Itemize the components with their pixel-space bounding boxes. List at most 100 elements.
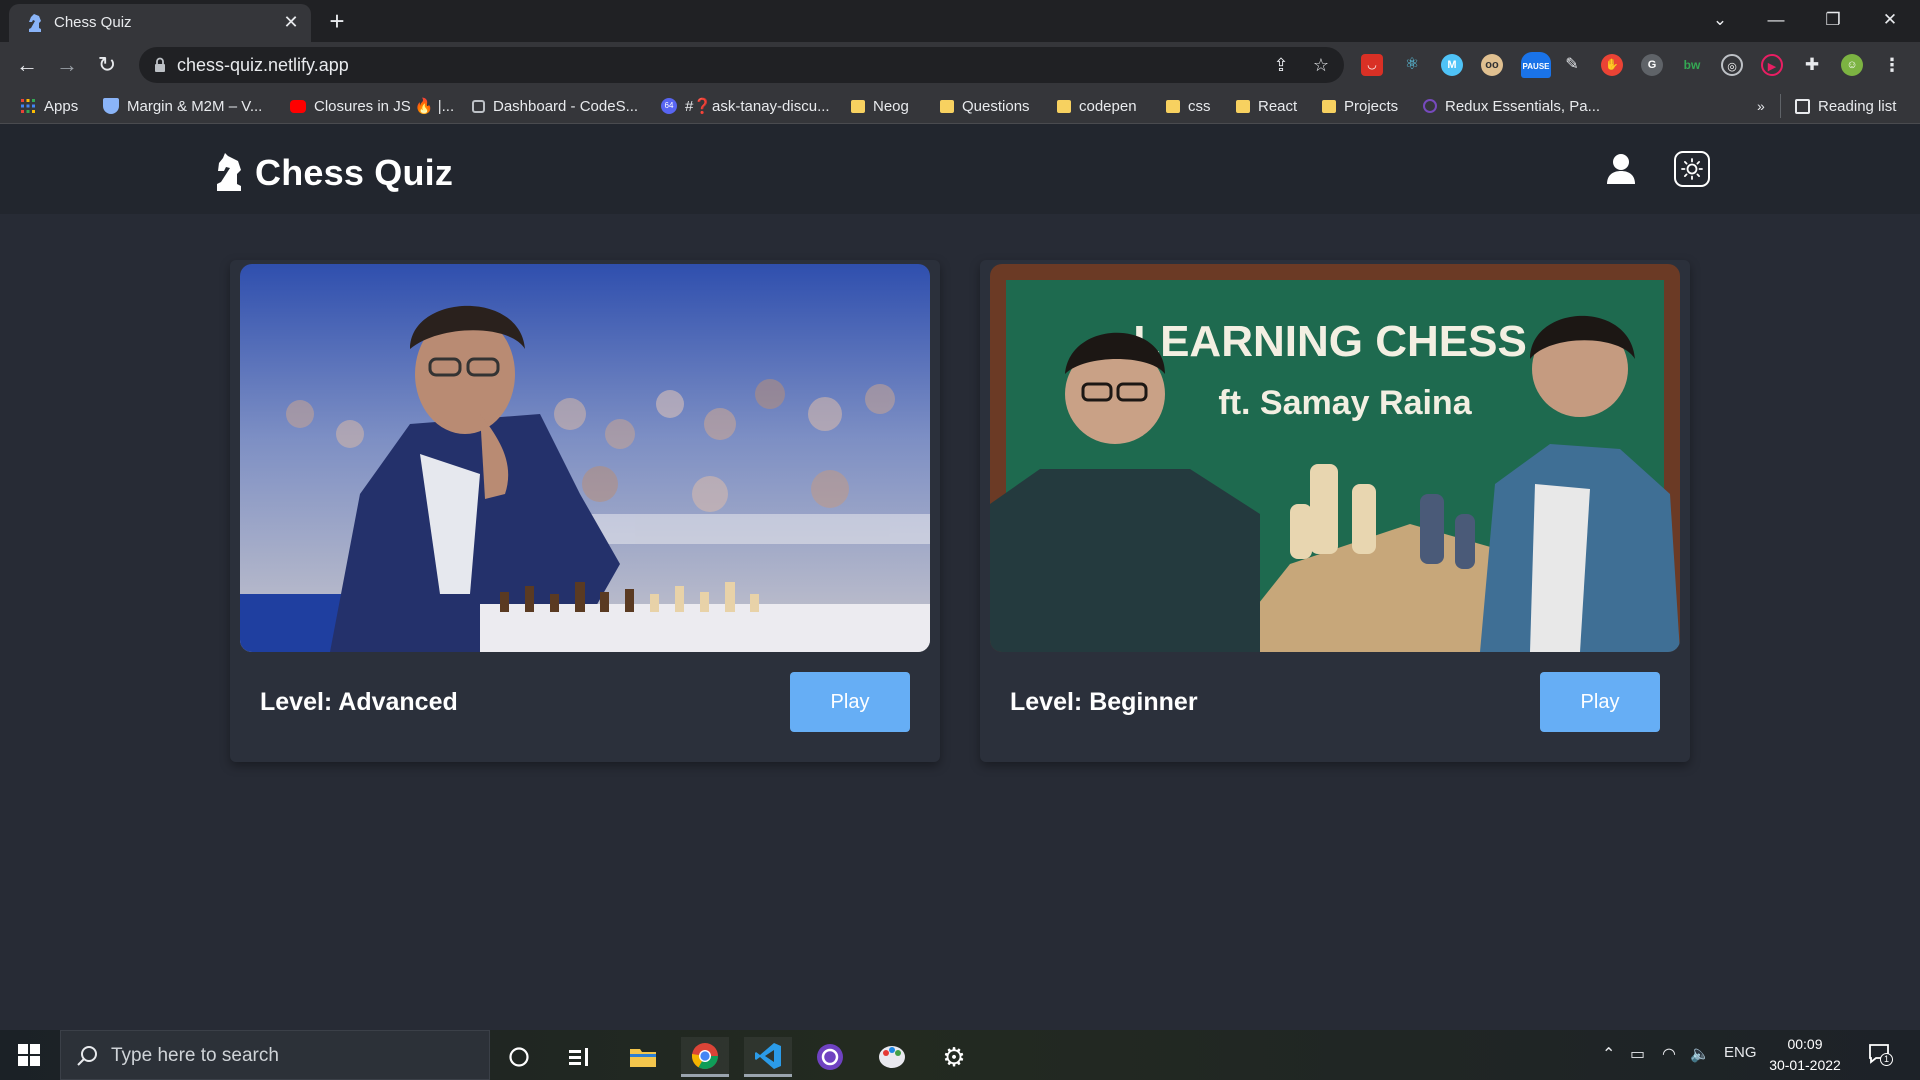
bookmark-star-icon[interactable]: ☆ <box>1310 54 1332 76</box>
redux-icon <box>1423 99 1437 113</box>
language-indicator[interactable]: ENG <box>1724 1044 1757 1061</box>
user-icon[interactable] <box>1606 153 1636 185</box>
bookmark-apps[interactable]: Apps <box>20 96 78 116</box>
quiz-card-advanced: Level: Advanced Play <box>230 260 940 762</box>
bookmark-folder-questions[interactable]: Questions <box>940 96 1030 116</box>
reading-list-button[interactable]: Reading list <box>1795 96 1896 116</box>
play-beginner-button[interactable]: Play <box>1540 672 1660 732</box>
bookmark-folder-neog[interactable]: Neog <box>851 96 909 116</box>
target-icon[interactable]: ◎ <box>1721 54 1743 76</box>
level-label: Level: Advanced <box>260 688 458 716</box>
taskbar-clock[interactable]: 00:09 30-01-2022 <box>1760 1034 1850 1076</box>
image-title: LEARNING CHESS <box>1133 317 1527 366</box>
m-extension-icon[interactable]: M <box>1441 54 1463 76</box>
windows-start-icon[interactable] <box>18 1044 40 1066</box>
image-subtitle: ft. Samay Raina <box>1218 384 1472 422</box>
bookmark-label: css <box>1188 97 1211 115</box>
react-devtools-icon[interactable]: ⚛ <box>1401 54 1423 76</box>
forward-button[interactable]: → <box>53 51 81 79</box>
browser-tab-bar: Chess Quiz ✕ + ⌄ — ❐ ✕ <box>0 0 1920 42</box>
tab-search-icon[interactable]: ⌄ <box>1700 5 1740 35</box>
reload-button[interactable]: ↻ <box>93 51 121 79</box>
play-advanced-button[interactable]: Play <box>790 672 910 732</box>
volume-icon[interactable]: 🔈 <box>1690 1044 1710 1064</box>
folder-icon <box>1166 99 1180 113</box>
share-icon[interactable]: ⇪ <box>1270 54 1292 76</box>
bookmark-closures[interactable]: Closures in JS 🔥 |... <box>290 96 454 116</box>
owl-extension-icon[interactable]: oo <box>1481 54 1503 76</box>
bookmark-folder-codepen[interactable]: codepen <box>1057 96 1137 116</box>
restore-button[interactable]: ❐ <box>1813 5 1853 35</box>
browser-toolbar: ← → ↻ chess-quiz.netlify.app ⇪ ☆ ◡ ⚛ M o… <box>0 42 1920 88</box>
paint-icon[interactable] <box>868 1037 916 1077</box>
folder-icon <box>1057 99 1071 113</box>
profile-avatar[interactable]: ☺ <box>1841 54 1863 76</box>
new-tab-button[interactable]: + <box>324 8 350 35</box>
apps-grid-icon <box>21 99 35 113</box>
bookmark-label: Apps <box>44 97 79 115</box>
bookmark-discord[interactable]: 64 #❓ask-tanay-discu... <box>661 96 830 116</box>
bookmark-dashboard[interactable]: Dashboard - CodeS... <box>472 96 638 116</box>
bookmark-label: Margin & M2M – V... <box>127 97 263 115</box>
bookmarks-bar: Apps Margin & M2M – V... Closures in JS … <box>0 88 1920 124</box>
back-button[interactable]: ← <box>13 51 41 79</box>
bookmarks-divider <box>1780 94 1781 118</box>
address-bar[interactable]: chess-quiz.netlify.app ⇪ ☆ <box>139 47 1344 83</box>
folder-icon <box>940 99 954 113</box>
brand-name: Chess Quiz <box>255 152 454 193</box>
tab-title: Chess Quiz <box>54 14 132 31</box>
settings-gear-icon[interactable]: ⚙ <box>930 1037 978 1077</box>
discord-badge: 64 <box>664 101 674 110</box>
close-window-button[interactable]: ✕ <box>1870 5 1910 35</box>
chess-knight-icon <box>217 153 241 191</box>
bookmark-label: Closures in JS 🔥 |... <box>314 98 455 115</box>
bookmark-label: Neog <box>873 97 909 115</box>
more-bookmarks-button[interactable]: » <box>1757 96 1765 116</box>
brand[interactable]: Chess Quiz <box>213 151 453 195</box>
notification-center-icon[interactable]: 1 <box>1868 1042 1893 1066</box>
discord-icon: 64 <box>661 98 677 114</box>
bookmark-folder-css[interactable]: css <box>1166 96 1211 116</box>
wifi-icon[interactable]: ◠ <box>1662 1044 1676 1064</box>
bookmark-label: React <box>1258 97 1298 115</box>
github-desktop-icon[interactable] <box>806 1037 854 1077</box>
taskbar-search-box[interactable]: Type here to search <box>60 1030 490 1080</box>
task-view-icon[interactable] <box>555 1037 603 1077</box>
theme-toggle-button[interactable] <box>1674 151 1710 187</box>
advanced-quiz-image <box>240 264 930 652</box>
pen-icon[interactable]: ✎ <box>1561 54 1583 76</box>
hand-extension-icon[interactable]: ✋ <box>1601 54 1623 76</box>
menu-dots-icon[interactable]: ⋮ <box>1881 54 1903 76</box>
bookmark-folder-react[interactable]: React <box>1236 96 1297 116</box>
close-tab-icon[interactable]: ✕ <box>281 12 301 32</box>
youtube-icon <box>290 99 306 113</box>
play-extension-icon[interactable]: ▶ <box>1761 54 1783 76</box>
url-text: chess-quiz.netlify.app <box>177 55 349 75</box>
folder-icon <box>1322 99 1336 113</box>
bookmark-folder-projects[interactable]: Projects <box>1322 96 1398 116</box>
bookmark-redux[interactable]: Redux Essentials, Pa... <box>1423 96 1600 116</box>
file-explorer-icon[interactable] <box>619 1037 667 1077</box>
puzzle-icon[interactable]: ✚ <box>1801 54 1823 76</box>
tray-chevron-up-icon[interactable]: ⌃ <box>1602 1044 1615 1064</box>
codesandbox-icon <box>472 99 485 113</box>
windows-taskbar: Type here to search ⚙ ⌃ ▭ ◠ 🔈 ENG 00:09 … <box>0 1030 1920 1080</box>
minimize-button[interactable]: — <box>1756 5 1796 35</box>
chrome-taskbar-icon[interactable] <box>681 1037 729 1077</box>
bookmark-label: Projects <box>1344 97 1399 115</box>
search-icon <box>77 1046 97 1066</box>
grammarly-icon[interactable]: G <box>1641 54 1663 76</box>
folder-icon <box>1236 99 1250 113</box>
level-label: Level: Beginner <box>1010 688 1198 716</box>
beginner-quiz-image: LEARNING CHESS ft. Samay Raina <box>990 264 1680 652</box>
battery-icon[interactable]: ▭ <box>1630 1044 1645 1064</box>
pause-extension-icon[interactable]: PAUSE <box>1521 52 1551 78</box>
bw-extension-icon[interactable]: bw <box>1681 54 1703 76</box>
cortana-icon[interactable] <box>495 1037 543 1077</box>
vscode-taskbar-icon[interactable] <box>744 1037 792 1077</box>
clock-date: 30-01-2022 <box>1769 1057 1841 1073</box>
clock-time: 00:09 <box>1787 1036 1823 1052</box>
browser-tab[interactable]: Chess Quiz ✕ <box>9 4 311 42</box>
bookmark-margin[interactable]: Margin & M2M – V... <box>103 96 262 116</box>
pocket-icon[interactable]: ◡ <box>1361 54 1383 76</box>
